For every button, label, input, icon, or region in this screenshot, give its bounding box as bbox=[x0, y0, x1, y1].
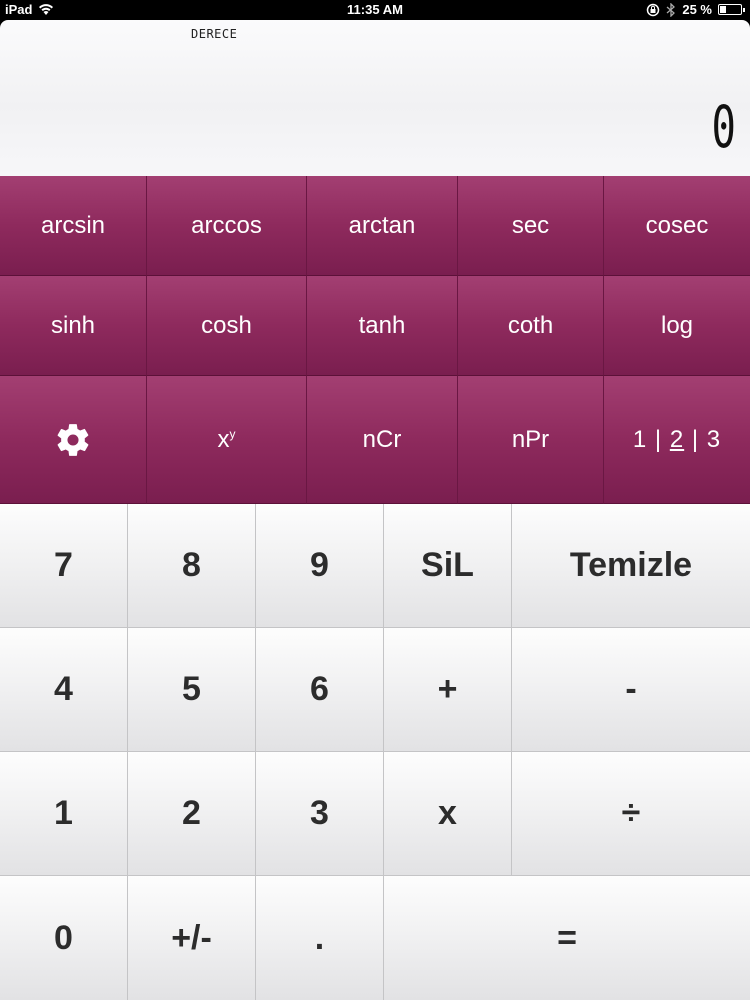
page-1-option[interactable]: 1 bbox=[633, 426, 647, 454]
display-value: 0 bbox=[711, 93, 736, 161]
digit-7-button[interactable]: 7 bbox=[0, 504, 128, 628]
scientific-row-3: xy nCr nPr 1 | 2 | 3 bbox=[0, 376, 750, 504]
page-separator: | bbox=[654, 425, 663, 453]
digit-9-button[interactable]: 9 bbox=[256, 504, 384, 628]
delete-button[interactable]: SiL bbox=[384, 504, 512, 628]
number-pad: 7 8 9 SiL Temizle 4 5 6 + - 1 2 3 x ÷ 0 … bbox=[0, 504, 750, 1000]
npr-button[interactable]: nPr bbox=[458, 376, 604, 504]
power-exponent-label: y bbox=[229, 426, 236, 441]
divide-button[interactable]: ÷ bbox=[512, 752, 750, 876]
digit-8-button[interactable]: 8 bbox=[128, 504, 256, 628]
cosh-button[interactable]: cosh bbox=[147, 276, 307, 376]
settings-button[interactable] bbox=[0, 376, 147, 504]
arccos-button[interactable]: arccos bbox=[147, 176, 307, 276]
power-base-label: x bbox=[217, 425, 230, 453]
clock: 11:35 AM bbox=[347, 2, 403, 17]
digit-5-button[interactable]: 5 bbox=[128, 628, 256, 752]
ncr-button[interactable]: nCr bbox=[307, 376, 458, 504]
digit-3-button[interactable]: 3 bbox=[256, 752, 384, 876]
page-3-option[interactable]: 3 bbox=[707, 426, 721, 454]
page-separator: | bbox=[691, 425, 700, 453]
digit-1-button[interactable]: 1 bbox=[0, 752, 128, 876]
bluetooth-icon bbox=[666, 2, 676, 17]
digit-0-button[interactable]: 0 bbox=[0, 876, 128, 1000]
digit-4-button[interactable]: 4 bbox=[0, 628, 128, 752]
cosec-button[interactable]: cosec bbox=[604, 176, 750, 276]
tanh-button[interactable]: tanh bbox=[307, 276, 458, 376]
decimal-button[interactable]: . bbox=[256, 876, 384, 1000]
arctan-button[interactable]: arctan bbox=[307, 176, 458, 276]
gear-icon bbox=[57, 423, 89, 456]
equals-button[interactable]: = bbox=[384, 876, 750, 1000]
coth-button[interactable]: coth bbox=[458, 276, 604, 376]
status-bar: iPad 11:35 AM 25 % bbox=[0, 0, 750, 20]
digit-6-button[interactable]: 6 bbox=[256, 628, 384, 752]
minus-button[interactable]: - bbox=[512, 628, 750, 752]
sec-button[interactable]: sec bbox=[458, 176, 604, 276]
page-2-option[interactable]: 2 bbox=[670, 426, 684, 454]
sign-toggle-button[interactable]: +/- bbox=[128, 876, 256, 1000]
log-button[interactable]: log bbox=[604, 276, 750, 376]
battery-percent: 25 % bbox=[682, 2, 712, 17]
page-selector[interactable]: 1 | 2 | 3 bbox=[604, 376, 750, 504]
scientific-row-1: arcsin arccos arctan sec cosec bbox=[0, 176, 750, 276]
calculator-display: DERECE 0 bbox=[0, 20, 750, 176]
orientation-lock-icon bbox=[647, 3, 660, 16]
angle-mode-label: DERECE bbox=[191, 27, 238, 41]
scientific-row-2: sinh cosh tanh coth log bbox=[0, 276, 750, 376]
digit-2-button[interactable]: 2 bbox=[128, 752, 256, 876]
multiply-button[interactable]: x bbox=[384, 752, 512, 876]
arcsin-button[interactable]: arcsin bbox=[0, 176, 147, 276]
battery-icon bbox=[718, 4, 745, 15]
plus-button[interactable]: + bbox=[384, 628, 512, 752]
sinh-button[interactable]: sinh bbox=[0, 276, 147, 376]
power-button[interactable]: xy bbox=[147, 376, 307, 504]
clear-button[interactable]: Temizle bbox=[512, 504, 750, 628]
